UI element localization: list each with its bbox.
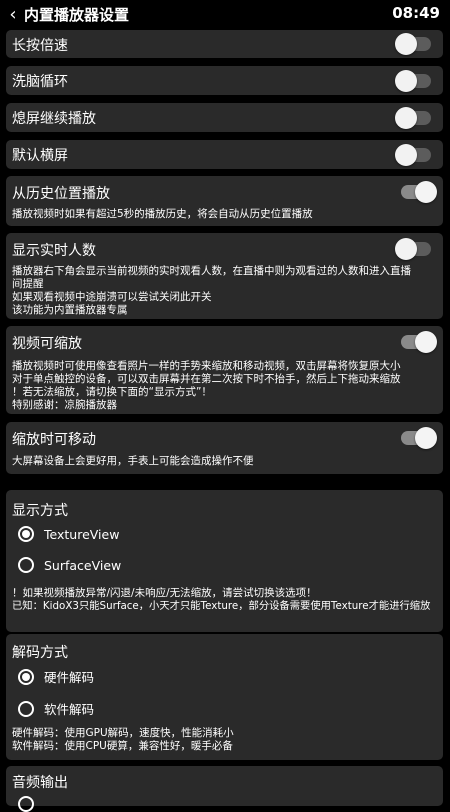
setting-description: 特别感谢：凉腕播放器 <box>12 399 117 411</box>
setting-zoom-move[interactable]: 缩放时可移动 大屏幕设备上会更好用，手表上可能会造成操作不便 <box>6 422 443 474</box>
switch-knob <box>415 331 437 353</box>
setting-description: 大屏幕设备上会更好用，手表上可能会造成操作不便 <box>12 455 254 467</box>
switch-knob <box>415 427 437 449</box>
switch-knob <box>395 144 417 166</box>
audio-output-panel: 音频输出 <box>6 766 443 812</box>
page-title: 内置播放器设置 <box>24 5 130 24</box>
live-viewers-switch[interactable] <box>395 238 431 260</box>
switch-knob <box>395 70 417 92</box>
setting-zoomable[interactable]: 视频可缩放 播放视频时可使用像查看照片一样的手势来缩放和移动视频，双击屏幕将恢复… <box>6 326 443 414</box>
setting-label: 熄屏继续播放 <box>12 111 96 127</box>
setting-description: 间提醒 <box>12 278 44 290</box>
radio-label: 硬件解码 <box>44 670 95 685</box>
radio-option-hardware-decode[interactable]: 硬件解码 <box>18 667 94 686</box>
decode-mode-description: 硬件解码：使用GPU解码，速度快，性能消耗小 <box>12 727 234 739</box>
setting-description: 播放视频时如果有超过5秒的播放历史，将会自动从历史位置播放 <box>12 208 313 220</box>
zoom-move-switch[interactable] <box>401 427 437 449</box>
setting-label: 视频可缩放 <box>12 336 82 352</box>
radio-option-audio[interactable] <box>18 796 34 812</box>
radio-label: 软件解码 <box>44 702 95 717</box>
setting-loop[interactable]: 洗脑循环 <box>6 66 443 95</box>
radio-option-software-decode[interactable]: 软件解码 <box>18 699 94 718</box>
radio-unchecked-icon[interactable] <box>18 700 34 717</box>
setting-label: 缩放时可移动 <box>12 432 96 448</box>
audio-output-title: 音频输出 <box>12 775 68 791</box>
setting-resume-history[interactable]: 从历史位置播放 播放视频时如果有超过5秒的播放历史，将会自动从历史位置播放 <box>6 176 443 226</box>
switch-knob <box>395 107 417 129</box>
setting-description: 播放器右下角会显示当前视频的实时观看人数，在直播中则为观看过的人数和进入直播 <box>12 265 411 277</box>
radio-label: SurfaceView <box>44 557 122 573</box>
switch-knob <box>415 181 437 203</box>
resume-history-switch[interactable] <box>401 181 437 203</box>
setting-description: 如果观看视频中途崩溃可以尝试关闭此开关 <box>12 291 212 303</box>
clock-time: 08:49 <box>392 4 440 22</box>
decode-mode-title: 解码方式 <box>12 645 68 661</box>
radio-option-textureview[interactable]: TextureView <box>18 526 119 542</box>
display-mode-description: 已知：KidoX3只能Surface，小天才只能Texture，部分设备需要使用… <box>12 600 431 612</box>
setting-long-press-speed[interactable]: 长按倍速 <box>6 30 443 58</box>
setting-description: 播放视频时可使用像查看照片一样的手势来缩放和移动视频，双击屏幕将恢复原大小 <box>12 360 401 372</box>
setting-label: 长按倍速 <box>12 38 68 54</box>
zoomable-switch[interactable] <box>401 331 437 353</box>
loop-switch[interactable] <box>395 70 431 92</box>
display-mode-title: 显示方式 <box>12 503 68 519</box>
setting-default-landscape[interactable]: 默认横屏 <box>6 140 443 169</box>
radio-unchecked-icon[interactable] <box>18 557 34 573</box>
setting-label: 默认横屏 <box>12 148 68 164</box>
radio-option-surfaceview[interactable]: SurfaceView <box>18 557 121 573</box>
radio-checked-icon[interactable] <box>18 668 34 685</box>
radio-unchecked-icon[interactable] <box>18 796 34 812</box>
switch-knob <box>395 238 417 260</box>
setting-label: 从历史位置播放 <box>12 186 110 202</box>
display-mode-panel: 显示方式 TextureView SurfaceView ！如果视频播放异常/闪… <box>6 490 443 632</box>
back-arrow-icon[interactable]: ‹ <box>2 4 24 25</box>
setting-description: 对于单点触控的设备，可以双击屏幕并在第二次按下时不抬手，然后上下拖动来缩放 <box>12 373 401 385</box>
radio-checked-icon[interactable] <box>18 526 34 542</box>
setting-screen-off-play[interactable]: 熄屏继续播放 <box>6 103 443 132</box>
setting-description: 该功能为内置播放器专属 <box>12 304 128 316</box>
long-press-speed-switch[interactable] <box>395 33 431 55</box>
default-landscape-switch[interactable] <box>395 144 431 166</box>
screen-off-play-switch[interactable] <box>395 107 431 129</box>
decode-mode-panel: 解码方式 硬件解码 软件解码 硬件解码：使用GPU解码，速度快，性能消耗小 软件… <box>6 634 443 760</box>
setting-label: 洗脑循环 <box>12 74 68 90</box>
setting-live-viewers[interactable]: 显示实时人数 播放器右下角会显示当前视频的实时观看人数，在直播中则为观看过的人数… <box>6 233 443 319</box>
switch-knob <box>395 33 417 55</box>
title-bar: ‹ 内置播放器设置 08:49 <box>0 0 450 28</box>
setting-label: 显示实时人数 <box>12 243 96 259</box>
display-mode-description: ！如果视频播放异常/闪退/未响应/无法缩放，请尝试切换该选项！ <box>12 587 317 599</box>
setting-description: ！若无法缩放，请切换下面的“显示方式”！ <box>12 386 212 398</box>
decode-mode-description: 软件解码：使用CPU硬算，兼容性好，暖手必备 <box>12 740 233 752</box>
radio-label: TextureView <box>44 526 120 542</box>
